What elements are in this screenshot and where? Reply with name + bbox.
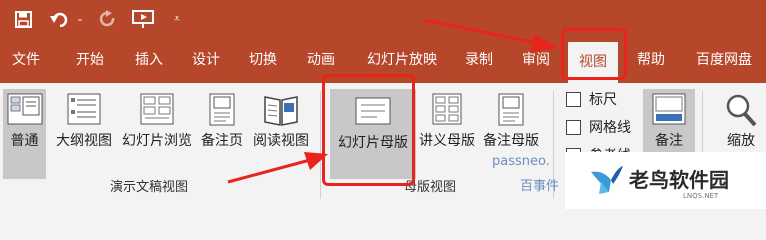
slide-sorter-icon [140,93,174,129]
notes-page-icon [209,93,235,130]
start-slideshow-icon[interactable] [130,6,156,32]
customize-toolbar-icon[interactable]: ⩡ [170,6,184,32]
view-tab-highlight [561,28,627,80]
presentation-views-group-label: 演示文稿视图 [110,180,189,195]
notes-pane-icon [652,93,686,129]
tab-transitions[interactable]: 切换 [241,38,285,83]
logo-subtext: LNQS.NET [683,192,719,200]
arrow-to-slide-master [227,152,328,184]
tab-design[interactable]: 设计 [184,38,228,83]
handout-master-label: 讲义母版 [419,133,475,149]
tab-baidu-netdisk[interactable]: 百度网盘 [687,38,761,83]
gridlines-checkbox-box[interactable] [566,119,581,135]
normal-view-button[interactable]: 普通 [3,89,46,179]
ruler-label: 标尺 [589,92,617,108]
undo-dropdown-icon[interactable]: ⌄ [74,6,86,32]
redo-icon[interactable] [96,6,120,32]
outline-view-button[interactable]: 大纲视图 [52,89,116,179]
outline-view-icon [67,93,101,129]
tab-home[interactable]: 开始 [68,38,112,83]
watermark-text: passneo. [492,154,550,169]
zoom-label: 缩放 [727,133,755,149]
notes-page-label: 备注页 [201,133,243,149]
watermark-text: 百事件 [520,179,560,194]
notes-pane-label: 备注 [655,133,683,149]
bird-logo-icon [591,166,623,194]
notes-master-label: 备注母版 [483,133,539,149]
site-logo: 老鸟软件园 LNQS.NET [565,152,766,209]
magnifier-icon [725,93,757,131]
notes-master-icon [498,93,524,130]
slide-sorter-label: 幻灯片浏览 [122,133,192,149]
normal-view-label: 普通 [10,133,39,149]
logo-text: 老鸟软件园 [629,168,729,192]
tab-help[interactable]: 帮助 [629,38,673,83]
ruler-checkbox[interactable]: 标尺 [566,89,617,109]
slide-sorter-button[interactable]: 幻灯片浏览 [118,89,196,179]
gridlines-label: 网格线 [589,120,631,136]
title-bar: ⌄ ⩡ [0,0,766,38]
reading-view-label: 阅读视图 [253,133,309,149]
gridlines-checkbox[interactable]: 网格线 [566,117,631,137]
handout-master-icon [432,93,462,129]
save-icon[interactable] [12,6,34,32]
arrow-to-view-tab [423,18,558,52]
tab-insert[interactable]: 插入 [127,38,171,83]
ruler-checkbox-box[interactable] [566,91,581,107]
tab-file[interactable]: 文件 [4,38,48,83]
outline-view-label: 大纲视图 [56,133,112,149]
handout-master-button[interactable]: 讲义母版 [417,89,477,179]
reading-view-icon [263,93,299,131]
slide-master-highlight [322,74,415,186]
normal-view-icon [7,93,43,129]
undo-icon[interactable] [48,6,72,32]
